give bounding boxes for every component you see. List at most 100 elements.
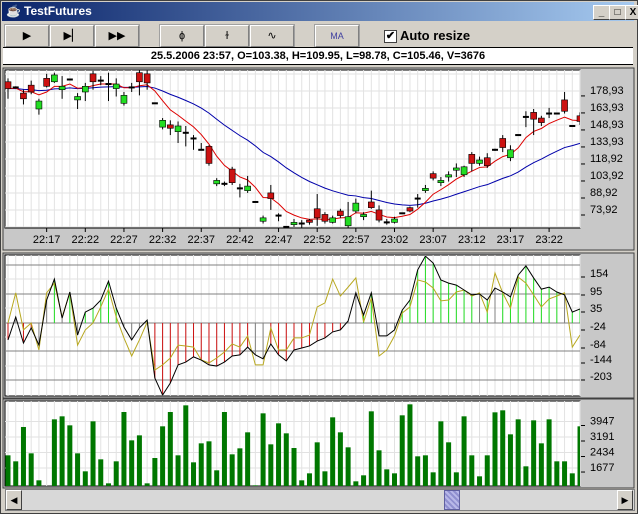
- candle-body: [244, 185, 251, 191]
- volume-bar: [438, 421, 444, 486]
- volume-bar: [260, 413, 266, 486]
- time-axis-label: 22:37: [187, 234, 215, 246]
- candle-body: [136, 72, 143, 83]
- price-axis-label: 88,92: [590, 187, 618, 199]
- osc-axis-label: 35: [590, 303, 602, 315]
- volume-bar: [237, 448, 243, 486]
- volume-bar: [245, 432, 251, 486]
- volume-bar: [453, 472, 459, 486]
- volume-bar: [422, 455, 428, 486]
- scroll-right-button[interactable]: ▶: [617, 490, 633, 510]
- volume-bar: [206, 441, 212, 486]
- volume-bar: [183, 405, 189, 486]
- volume-bar: [136, 435, 142, 486]
- volume-bar: [415, 456, 421, 486]
- volume-bar: [291, 448, 297, 486]
- time-axis-label: 23:07: [419, 234, 447, 246]
- volume-bar: [477, 476, 483, 486]
- candle: [228, 166, 236, 185]
- candle-body: [561, 99, 568, 112]
- horizontal-scrollbar[interactable]: [5, 489, 635, 511]
- volume-bar: [152, 458, 158, 486]
- volume-bar: [523, 466, 529, 486]
- charts-canvas[interactable]: 178,93 163,93 148,93 133,93 118,92 103,92 88,9…: [0, 0, 638, 514]
- volume-axis-label: 3947: [590, 416, 614, 428]
- candle-body: [507, 149, 514, 159]
- volume-bar: [67, 425, 73, 486]
- volume-bar: [82, 471, 88, 486]
- candle-body: [368, 201, 375, 208]
- candle-body: [5, 81, 12, 89]
- candle-body: [167, 124, 174, 129]
- volume-bar: [361, 475, 367, 486]
- volume-bar: [469, 455, 475, 486]
- volume-bar: [384, 469, 390, 486]
- volume-bar: [214, 470, 220, 486]
- volume-bar: [98, 459, 104, 486]
- volume-bar: [299, 480, 305, 486]
- candle-body: [321, 214, 329, 222]
- volume-bar: [569, 473, 575, 486]
- candle-body: [51, 74, 58, 83]
- time-axis-label: 23:12: [458, 234, 486, 246]
- scroll-left-button[interactable]: ◀: [6, 490, 22, 510]
- volume-bar: [28, 453, 34, 486]
- time-axis-label: 22:42: [226, 234, 254, 246]
- volume-bar: [399, 415, 405, 486]
- volume-bar: [554, 461, 560, 486]
- volume-bar: [376, 450, 382, 486]
- volume-bar: [276, 423, 282, 486]
- volume-bar: [191, 462, 197, 486]
- volume-bar: [198, 443, 204, 486]
- candle-body: [530, 112, 537, 120]
- candle-body: [174, 125, 182, 132]
- candle-body: [58, 86, 66, 91]
- volume-bar: [75, 453, 81, 486]
- price-axis-label: 73,92: [590, 204, 618, 216]
- volume-bar: [322, 471, 328, 486]
- candle-body: [437, 180, 445, 183]
- candle-body: [267, 192, 275, 199]
- volume-bar: [59, 416, 65, 486]
- price-axis-label: 163,93: [590, 102, 624, 114]
- osc-axis-label: -84: [590, 339, 606, 351]
- candle-body: [453, 167, 460, 171]
- candle-body: [43, 78, 50, 87]
- candle-body: [20, 92, 27, 100]
- candle-body: [476, 159, 483, 164]
- volume-bar: [430, 472, 436, 486]
- arrow-right-icon: ▶: [621, 495, 629, 505]
- volume-bar: [546, 419, 552, 486]
- candle-body: [205, 146, 213, 164]
- candle-body: [445, 174, 452, 178]
- volume-bar: [461, 416, 467, 486]
- time-axis-label: 22:22: [72, 234, 100, 246]
- candle: [491, 148, 498, 151]
- candle-body: [27, 84, 35, 93]
- price-axis-label: 178,93: [590, 85, 624, 97]
- volume-bar: [20, 426, 26, 486]
- price-axis-label: 148,93: [590, 119, 624, 131]
- time-axis-label: 22:57: [342, 234, 370, 246]
- candle-body: [74, 96, 81, 101]
- volume-bar: [353, 481, 359, 486]
- oscillator-panel-plot-area: [4, 254, 581, 397]
- osc-axis-label: 154: [590, 268, 608, 280]
- arrow-left-icon: ◀: [10, 495, 18, 505]
- candle-body: [422, 188, 429, 191]
- candle-body: [429, 173, 437, 179]
- volume-axis-label: 3191: [590, 431, 614, 443]
- volume-bar: [368, 411, 374, 486]
- osc-axis-label: -144: [590, 354, 612, 366]
- volume-bar: [167, 412, 173, 486]
- candle-body: [391, 218, 398, 223]
- candle-body: [337, 210, 344, 216]
- time-axis-label: 22:52: [303, 234, 331, 246]
- time-axis-label: 23:17: [497, 234, 525, 246]
- price-axis-label: 103,92: [590, 170, 624, 182]
- scrollbar-thumb[interactable]: [444, 490, 460, 510]
- candle-body: [143, 73, 151, 84]
- time-axis-label: 23:02: [381, 234, 409, 246]
- volume-bar: [160, 426, 166, 486]
- volume-bar: [314, 442, 320, 486]
